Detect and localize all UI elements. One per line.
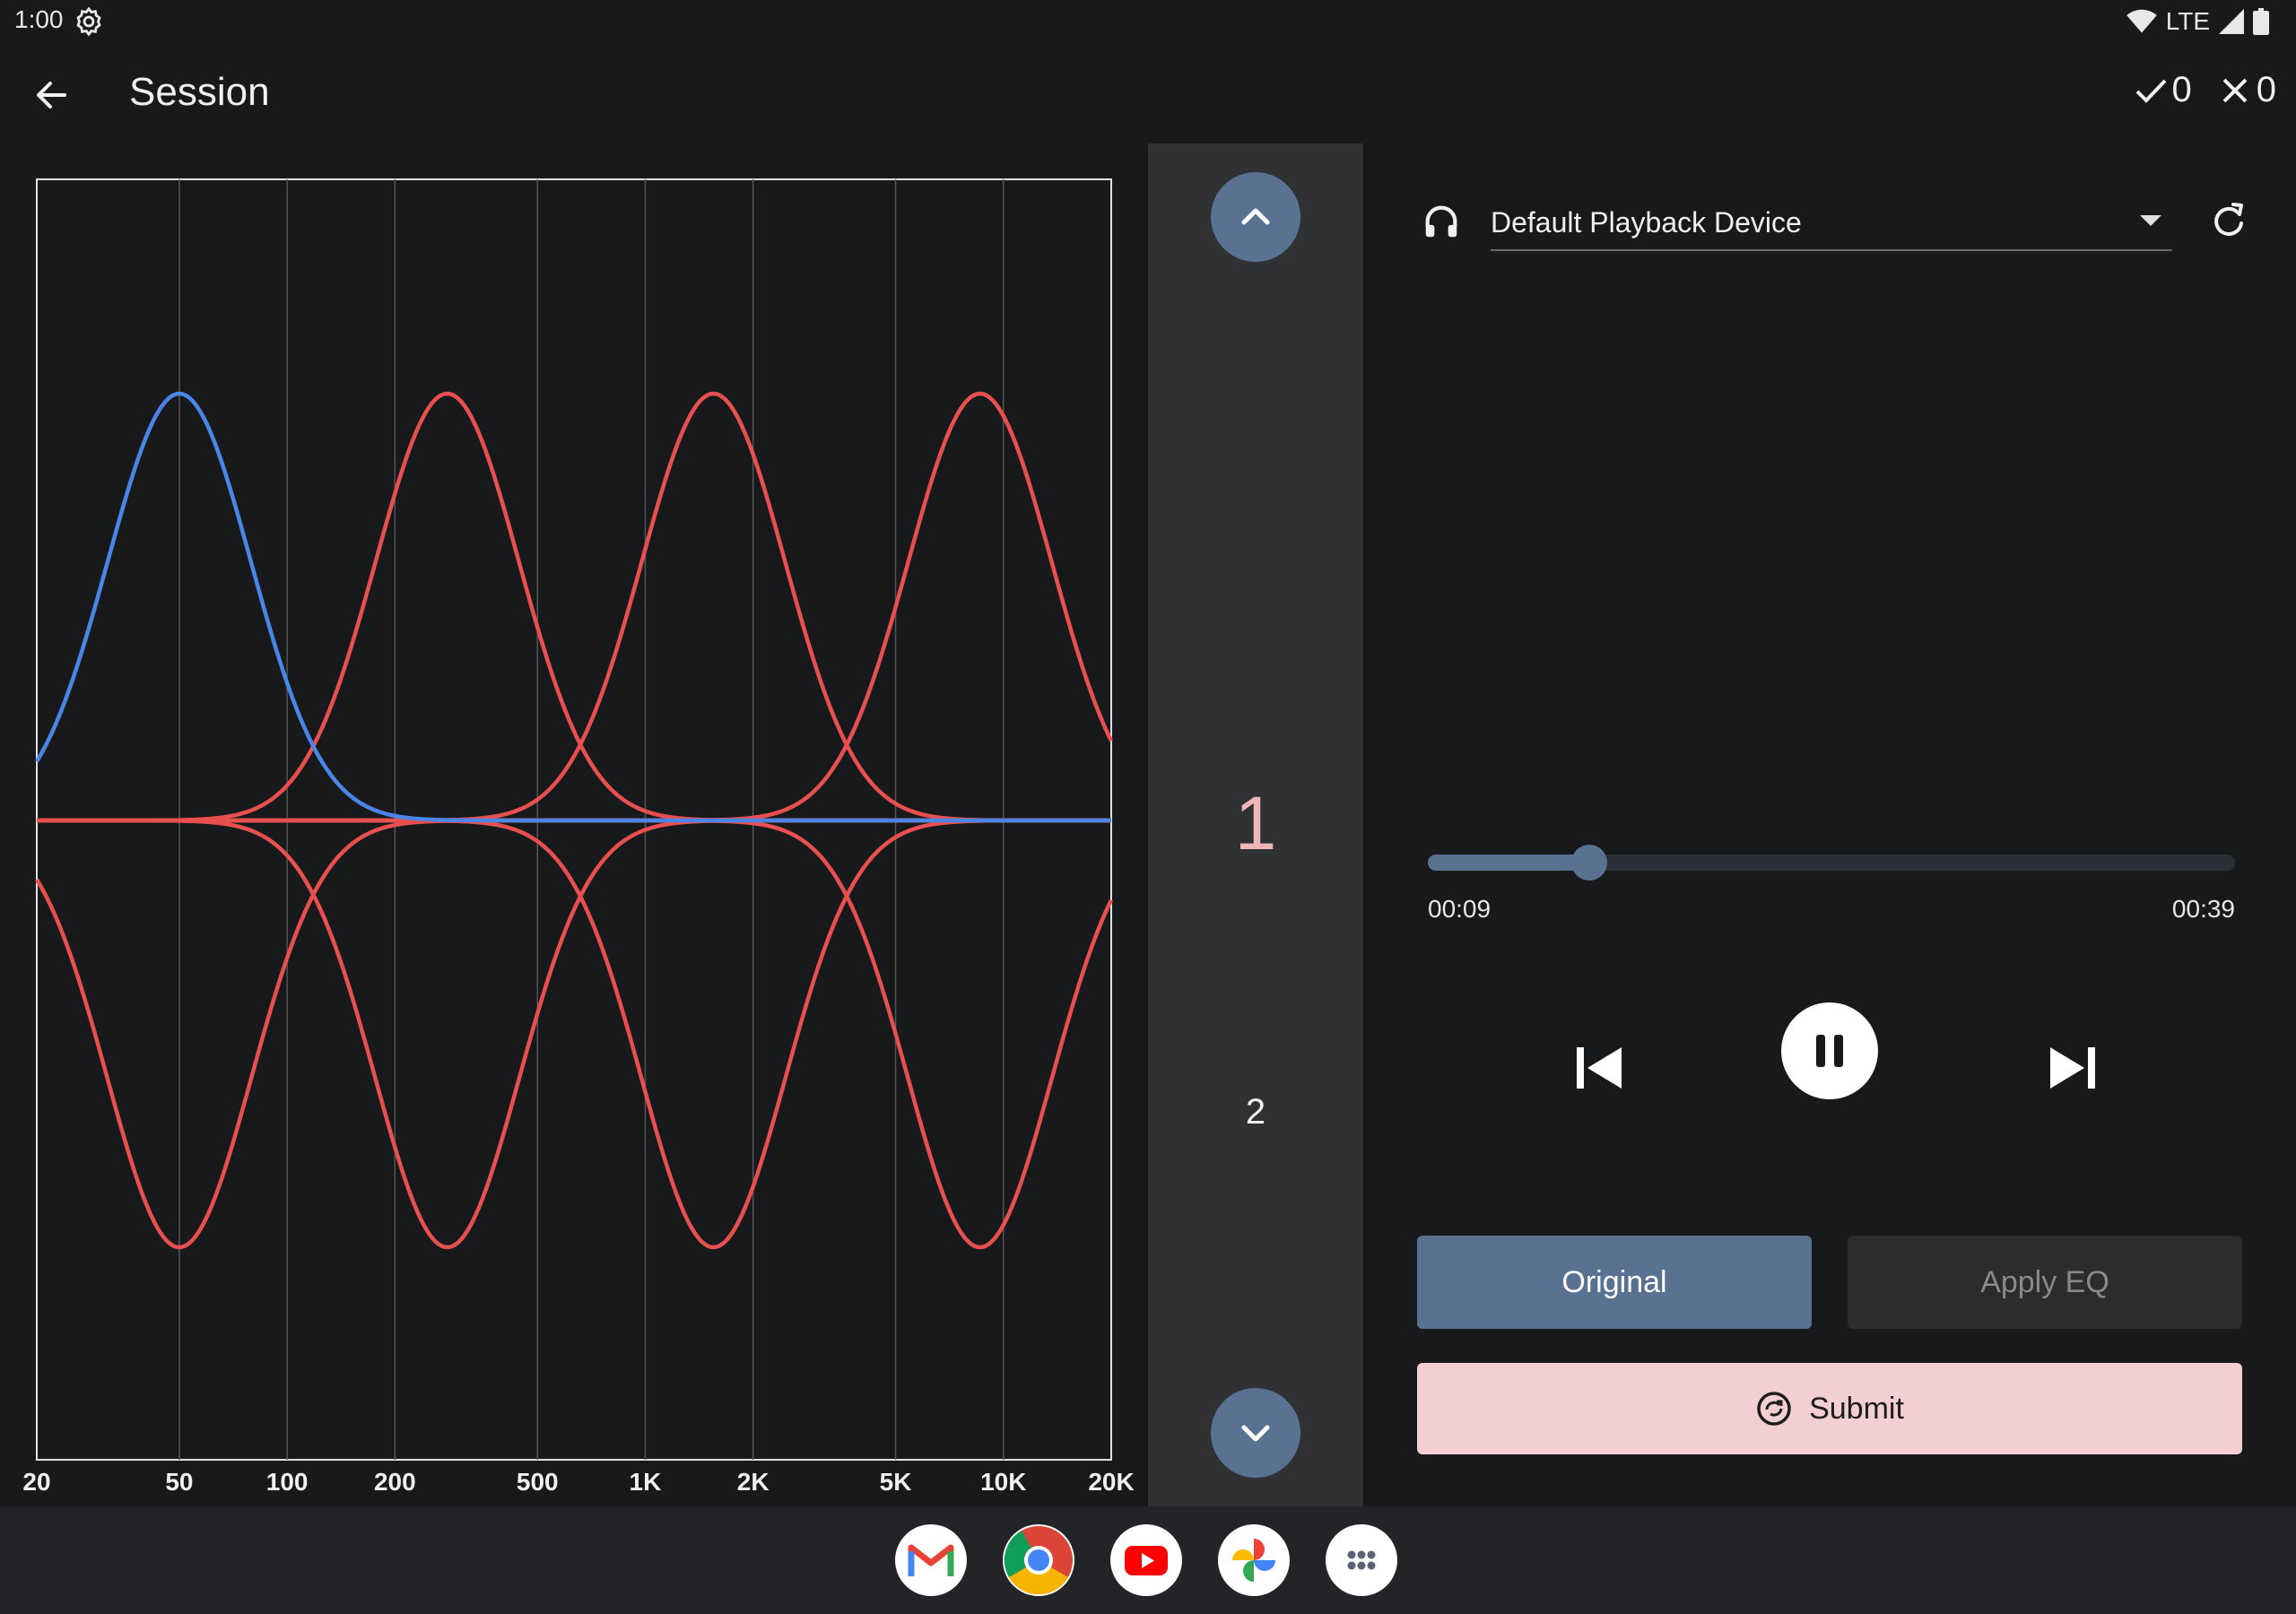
gmail-app-icon[interactable] <box>895 1524 967 1596</box>
apply-eq-button[interactable]: Apply EQ <box>1848 1236 2242 1329</box>
chrome-icon <box>1004 1526 1073 1595</box>
selector-up-button[interactable] <box>1211 172 1300 262</box>
app-bar: Session 0 0 <box>0 45 2296 143</box>
x-tick-label: 500 <box>517 1468 559 1496</box>
back-arrow-icon[interactable] <box>25 68 79 122</box>
close-icon <box>2222 78 2248 102</box>
selector-option-1[interactable]: 1 <box>1148 780 1363 867</box>
signal-icon <box>2219 9 2244 34</box>
chevron-up-icon <box>1241 208 1270 225</box>
battery-icon <box>2253 8 2269 35</box>
dropdown-arrow-icon <box>2140 215 2161 226</box>
photos-app-icon[interactable] <box>1218 1524 1290 1596</box>
playback-device-row: Default Playback Device <box>1421 195 2251 258</box>
x-tick-label: 20K <box>1088 1468 1134 1496</box>
chrome-app-icon[interactable] <box>1003 1524 1074 1596</box>
x-tick-label: 200 <box>374 1468 416 1496</box>
network-type: LTE <box>2165 7 2210 35</box>
selector-down-button[interactable] <box>1211 1388 1300 1478</box>
seek-progress <box>1428 855 1589 871</box>
x-tick-label: 20 <box>22 1468 50 1496</box>
page-title: Session <box>129 70 270 114</box>
selector-option-2[interactable]: 2 <box>1148 1092 1363 1132</box>
settings-gear-icon <box>76 6 101 37</box>
x-tick-label: 5K <box>880 1468 912 1496</box>
current-time: 00:09 <box>1428 895 1492 923</box>
correct-count-value: 0 <box>2171 70 2192 109</box>
band-selector: 1 2 <box>1148 143 1363 1506</box>
skip-next-icon[interactable] <box>2032 1028 2113 1108</box>
status-bar: 1:00 LTE <box>0 0 2296 45</box>
eq-band-curve <box>36 391 1112 823</box>
pause-icon <box>1816 1035 1843 1067</box>
x-tick-label: 1K <box>630 1468 662 1496</box>
youtube-app-icon[interactable] <box>1110 1524 1182 1596</box>
submit-icon <box>1757 1392 1791 1426</box>
original-button[interactable]: Original <box>1417 1236 1812 1329</box>
x-tick-label: 10K <box>980 1468 1026 1496</box>
eq-band-curve <box>36 818 1112 1250</box>
gmail-icon <box>908 1544 954 1576</box>
chevron-down-icon <box>1241 1425 1270 1442</box>
pause-button[interactable] <box>1781 1002 1878 1099</box>
wrong-count-value: 0 <box>2256 70 2276 109</box>
wifi-icon <box>2126 9 2157 33</box>
taskbar <box>0 1506 2296 1614</box>
headphones-icon <box>1425 205 1457 238</box>
status-indicators: LTE <box>2126 5 2269 38</box>
photos-icon <box>1232 1539 1275 1582</box>
playback-device-label: Default Playback Device <box>1491 206 1802 239</box>
check-icon <box>2135 79 2166 103</box>
seek-bar[interactable] <box>1428 845 2235 881</box>
eq-chart-panel: 20 50 100 200 500 1K 2K 5K 10K 20K <box>0 143 1148 1506</box>
wrong-count: 0 <box>2217 70 2276 110</box>
youtube-icon <box>1125 1546 1168 1575</box>
playback-device-dropdown[interactable]: Default Playback Device <box>1491 195 2172 251</box>
app-drawer-icon[interactable] <box>1326 1524 1397 1596</box>
refresh-icon[interactable] <box>2206 199 2251 244</box>
submit-label: Submit <box>1809 1391 1904 1426</box>
player-panel: Default Playback Device 00:09 00:39 Orig… <box>1363 143 2296 1506</box>
submit-button[interactable]: Submit <box>1417 1363 2242 1454</box>
eq-curves-chart: 20 50 100 200 500 1K 2K 5K 10K 20K <box>22 178 1135 1496</box>
total-time: 00:39 <box>2171 895 2235 923</box>
x-tick-label: 2K <box>737 1468 770 1496</box>
seek-thumb[interactable] <box>1571 845 1607 881</box>
score-counter: 0 0 <box>2133 70 2276 110</box>
apps-grid-icon <box>1347 1550 1376 1570</box>
skip-previous-icon[interactable] <box>1559 1028 1639 1108</box>
x-tick-label: 50 <box>165 1468 193 1496</box>
correct-count: 0 <box>2133 70 2192 110</box>
status-time: 1:00 <box>14 5 64 33</box>
x-tick-label: 100 <box>266 1468 309 1496</box>
